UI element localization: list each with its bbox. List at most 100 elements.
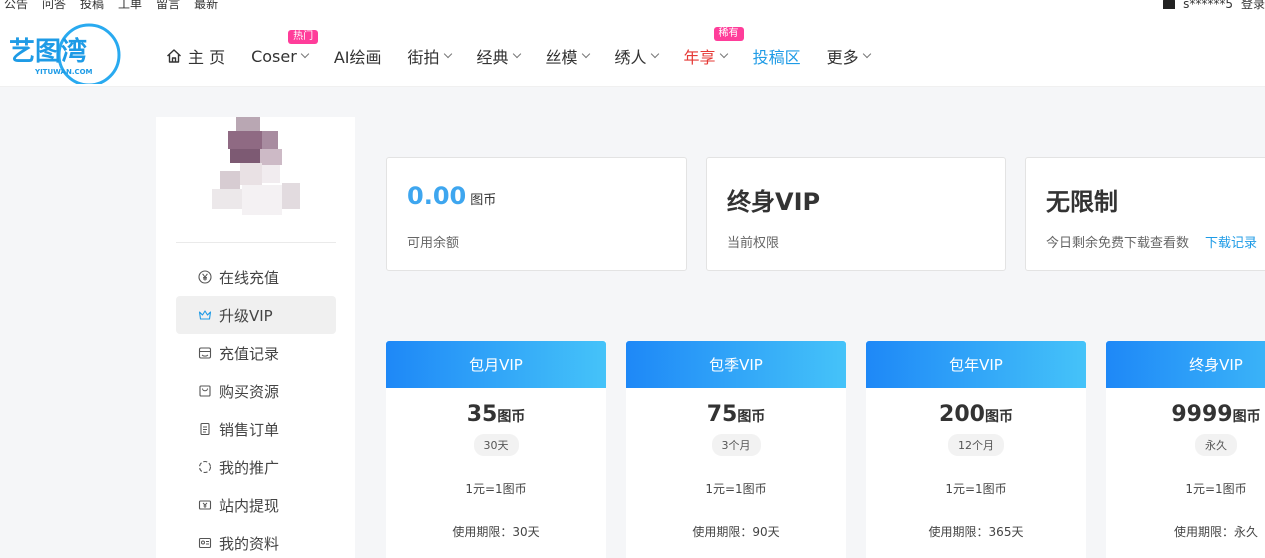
profile-icon <box>198 537 212 549</box>
sidebar-item-promotion[interactable]: 我的推广 <box>176 448 336 486</box>
plan-card-quarterly[interactable]: 包季VIP 75图币 3个月 1元=1图币 使用期限：90天 <box>626 341 846 558</box>
plan-card-lifetime[interactable]: 终身VIP 9999图币 永久 1元=1图币 使用期限：永久 <box>1106 341 1265 558</box>
user-area: s******5 登录 <box>1163 0 1265 12</box>
sidebar-divider <box>176 242 336 243</box>
nav-home-label: 主 页 <box>188 48 226 67</box>
plan-card-yearly[interactable]: 包年VIP 200图币 12个月 1元=1图币 使用期限：365天 <box>866 341 1086 558</box>
avatar[interactable] <box>208 117 304 221</box>
chevron-down-icon <box>862 49 871 59</box>
chevron-down-icon <box>719 49 728 59</box>
top-link-qa[interactable]: 问答 <box>42 0 66 12</box>
downloads-label: 今日剩余免费下载查看数 下载记录 <box>1046 232 1257 251</box>
nav-xiuren-label: 绣人 <box>614 48 647 67</box>
chevron-down-icon <box>581 49 590 59</box>
top-link-announcement[interactable]: 公告 <box>4 0 28 12</box>
svg-text:YITUWAN.COM: YITUWAN.COM <box>34 68 93 76</box>
chevron-down-icon <box>443 49 452 59</box>
plan-price-unit: 图币 <box>737 409 766 425</box>
svg-text:艺图湾: 艺图湾 <box>9 36 87 67</box>
nav-home[interactable]: 主 页 <box>166 44 225 68</box>
top-link-ticket[interactable]: 工单 <box>118 0 142 12</box>
plan-term: 使用期限：365天 <box>928 525 1024 539</box>
plan-price: 35图币 <box>386 402 606 427</box>
sidebar-item-label: 购买资源 <box>219 382 280 401</box>
nav-ai-label: AI绘画 <box>333 48 382 67</box>
plan-term: 使用期限：永久 <box>1173 525 1258 539</box>
plan-price-unit: 图币 <box>1232 409 1261 425</box>
top-link-message[interactable]: 留言 <box>156 0 180 12</box>
sidebar-item-profile[interactable]: 我的资料 <box>176 524 336 558</box>
bag-icon <box>199 385 211 397</box>
plan-price-value: 9999 <box>1171 402 1233 427</box>
plan-term: 使用期限：90天 <box>692 525 780 539</box>
download-records-link[interactable]: 下载记录 <box>1205 236 1257 251</box>
main-nav: 主 页 热门 Coser AI绘画 街拍 经典 丝模 绣人 稀有 年享 投稿区 … <box>166 27 896 68</box>
crown-icon <box>198 310 212 320</box>
plan-price-value: 35 <box>466 402 498 427</box>
plan-duration-tag: 30天 <box>473 434 519 456</box>
nav-coser-label: Coser <box>251 46 297 66</box>
downloads-value: 无限制 <box>1046 188 1118 216</box>
nav-more[interactable]: 更多 <box>827 44 871 68</box>
sidebar-item-recharge-records[interactable]: 充值记录 <box>176 334 336 372</box>
plan-title: 终身VIP <box>1106 341 1265 388</box>
notification-icon[interactable] <box>1163 0 1176 9</box>
sidebar-menu: 在线充值 升级VIP 充值记录 购买资源 销售订单 我的推广 站内提现 我的资料 <box>176 258 336 558</box>
sidebar-item-label: 升级VIP <box>219 306 273 325</box>
downloads-label-text: 今日剩余免费下载查看数 <box>1046 236 1190 251</box>
nav-classic[interactable]: 经典 <box>477 44 521 68</box>
plan-title: 包季VIP <box>626 341 846 388</box>
nav-xiuren[interactable]: 绣人 <box>614 44 659 68</box>
sidebar-item-label: 我的推广 <box>219 458 280 477</box>
sidebar-item-sales-orders[interactable]: 销售订单 <box>176 410 336 448</box>
top-strip: 公告 问答 投稿 工单 留言 最新 s******5 登录 <box>0 0 1265 14</box>
balance-label: 可用余额 <box>407 236 460 251</box>
yen-icon <box>198 270 212 284</box>
nav-coser[interactable]: 热门 Coser <box>251 29 319 66</box>
share-icon <box>198 460 212 474</box>
top-link-latest[interactable]: 最新 <box>194 0 218 12</box>
username[interactable]: s******5 <box>1183 0 1233 11</box>
chevron-down-icon <box>512 49 521 59</box>
plan-price-value: 75 <box>706 402 738 427</box>
nav-silk-label: 丝模 <box>545 48 578 67</box>
nav-ai-painting[interactable]: AI绘画 <box>334 44 382 68</box>
sidebar-item-purchases[interactable]: 购买资源 <box>176 372 336 410</box>
balance-amount: 0.00 <box>407 182 467 210</box>
order-icon <box>200 422 210 436</box>
nav-street[interactable]: 街拍 <box>407 44 452 68</box>
nav-annual-label: 年享 <box>683 48 716 67</box>
top-links: 公告 问答 投稿 工单 留言 最新 <box>4 0 218 12</box>
rights-label: 当前权限 <box>727 236 780 251</box>
rights-card: 终身VIP 当前权限 <box>706 157 1006 271</box>
plan-price: 200图币 <box>866 402 1086 427</box>
nav-street-label: 街拍 <box>407 48 440 67</box>
plan-price-value: 200 <box>939 402 985 427</box>
plan-title: 包月VIP <box>386 341 606 388</box>
sidebar-item-label: 销售订单 <box>219 420 280 439</box>
sidebar-item-label: 充值记录 <box>219 344 280 363</box>
balance-value: 0.00 图币 <box>407 182 496 210</box>
nav-annual[interactable]: 稀有 年享 <box>683 27 744 68</box>
sidebar-item-label: 在线充值 <box>219 268 280 287</box>
plan-card-monthly[interactable]: 包月VIP 35图币 30天 1元=1图币 使用期限：30天 <box>386 341 606 558</box>
header: 艺图湾 YITUWAN.COM 主 页 热门 Coser AI绘画 街拍 经典 … <box>0 14 1265 87</box>
sidebar-item-label: 我的资料 <box>219 534 280 553</box>
plan-price-unit: 图币 <box>984 409 1013 425</box>
plan-price: 75图币 <box>626 402 846 427</box>
site-logo[interactable]: 艺图湾 YITUWAN.COM <box>7 18 123 87</box>
plan-price-unit: 图币 <box>497 409 526 425</box>
withdraw-icon <box>198 500 212 510</box>
sidebar-item-withdraw[interactable]: 站内提现 <box>176 486 336 524</box>
top-link-submit[interactable]: 投稿 <box>80 0 104 12</box>
plan-term: 使用期限：30天 <box>452 525 540 539</box>
nav-silk-model[interactable]: 丝模 <box>545 44 590 68</box>
sidebar-item-recharge[interactable]: 在线充值 <box>176 258 336 296</box>
plan-duration-tag: 12个月 <box>948 434 1004 456</box>
login-link[interactable]: 登录 <box>1241 0 1265 12</box>
home-icon <box>167 49 181 63</box>
balance-card: 0.00 图币 可用余额 <box>386 157 687 271</box>
sidebar-item-upgrade-vip[interactable]: 升级VIP <box>176 296 336 334</box>
nav-submission[interactable]: 投稿区 <box>753 44 801 68</box>
plan-rate: 1元=1图币 <box>1185 482 1247 496</box>
